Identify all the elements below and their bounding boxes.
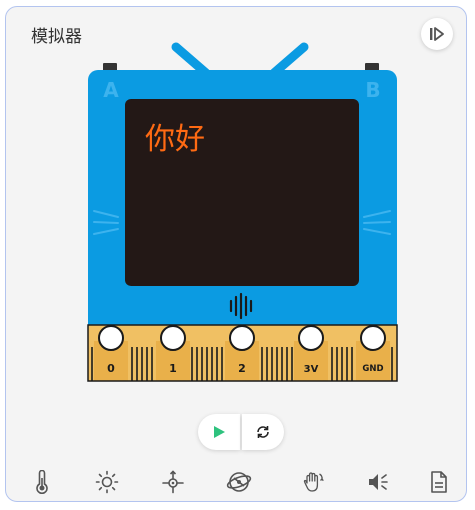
refresh-icon — [257, 426, 269, 438]
button-a-label[interactable]: A — [103, 78, 119, 102]
speaker-icon — [369, 474, 388, 490]
light-tool[interactable] — [87, 462, 127, 502]
pin-gnd[interactable]: GND — [356, 325, 390, 381]
play-icon — [214, 426, 225, 438]
pin-2[interactable]: 2 — [225, 325, 259, 381]
sensor-toolbar — [6, 462, 468, 502]
gesture-tool[interactable] — [293, 462, 333, 502]
log-tool[interactable] — [419, 462, 459, 502]
simulation-controls — [198, 414, 284, 450]
left-antenna — [171, 42, 211, 78]
pin-label: GND — [362, 364, 383, 374]
pin-label: 0 — [107, 362, 115, 375]
button-b-label[interactable]: B — [365, 78, 380, 102]
temperature-tool[interactable] — [22, 462, 62, 502]
pin-0[interactable]: 0 — [94, 325, 128, 381]
document-icon — [431, 471, 447, 493]
pin-label: 3V — [304, 364, 319, 375]
compass-icon — [162, 470, 184, 494]
pin-label: 1 — [169, 362, 177, 375]
reset-button[interactable] — [242, 414, 284, 450]
gyroscope-tool[interactable] — [219, 462, 259, 502]
screen-text: 你好 — [145, 122, 205, 157]
run-button[interactable] — [198, 414, 240, 450]
hand-gesture-icon — [303, 472, 324, 492]
microbit-device: A B 你好 0 1 2 3V GND — [87, 42, 398, 382]
button-b-cap — [365, 63, 379, 71]
compass-tool[interactable] — [153, 462, 193, 502]
pin-1[interactable]: 1 — [156, 325, 190, 381]
button-a-cap — [103, 63, 117, 71]
pin-label: 2 — [238, 362, 246, 375]
thermometer-icon — [36, 470, 48, 494]
pin-3v[interactable]: 3V — [294, 325, 328, 381]
simulator-panel: 模拟器 A B 你好 0 1 2 3V GND — [5, 6, 467, 502]
right-antenna — [269, 42, 309, 78]
sound-tool[interactable] — [358, 462, 398, 502]
brightness-icon — [95, 470, 119, 494]
gyroscope-icon — [226, 472, 252, 492]
